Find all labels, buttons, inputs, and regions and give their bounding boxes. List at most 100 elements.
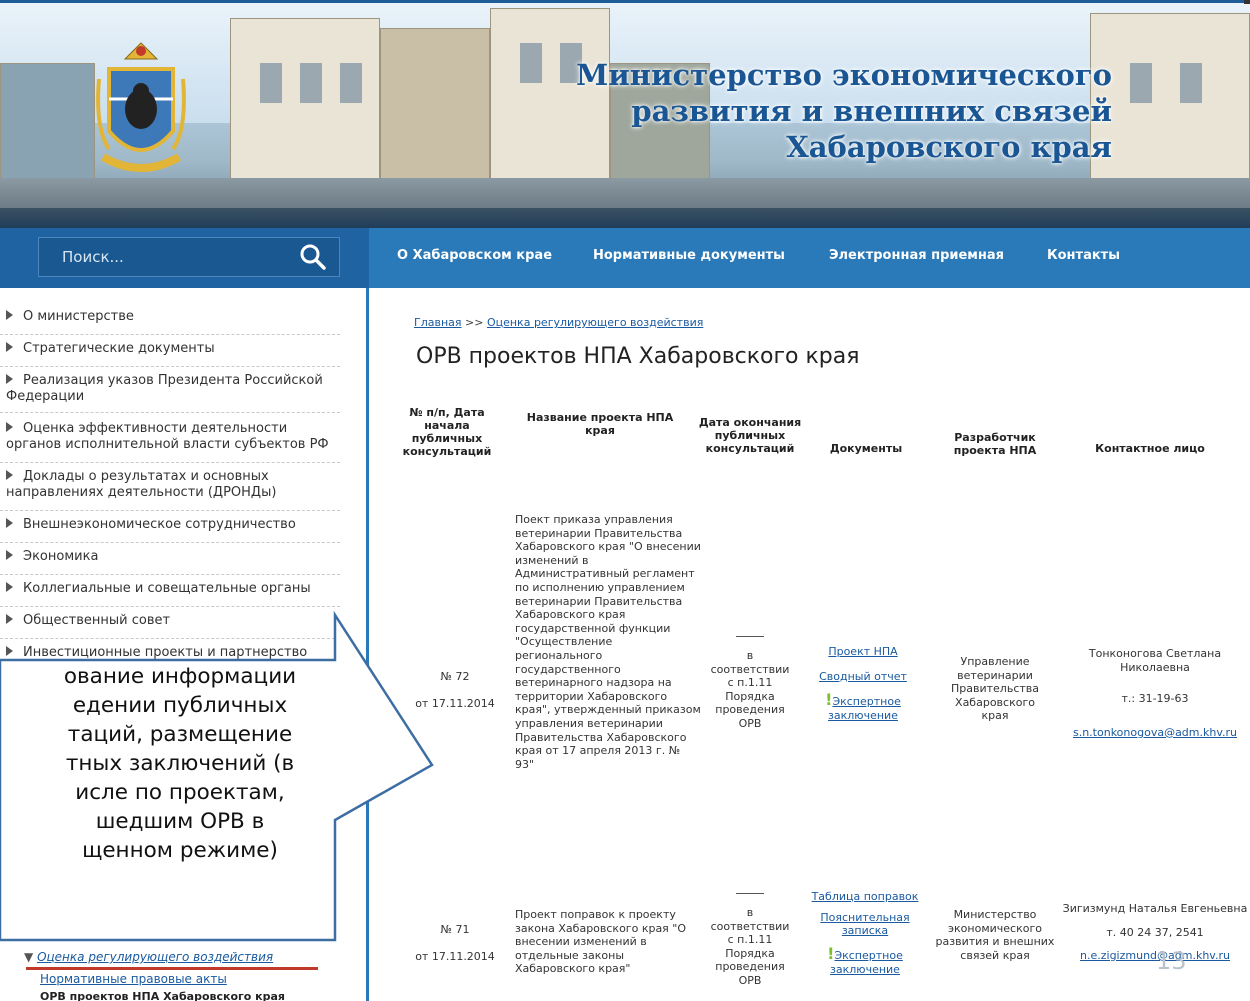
- banner-road-edge: [0, 208, 1250, 228]
- contact-phone: т.: 31-19-63: [1121, 692, 1189, 706]
- callout-line: таций, размещение: [67, 722, 293, 747]
- sidebar-item-collegial-bodies[interactable]: Коллегиальные и совещательные органы: [0, 581, 340, 607]
- contact-phone: т. 40 24 37, 2541: [1106, 925, 1204, 939]
- sidebar-item-strategic-docs[interactable]: Стратегические документы: [0, 341, 340, 367]
- sidebar-item-label: Инвестиционные проекты и партнерство: [23, 645, 308, 660]
- highlight-underline: [26, 967, 318, 970]
- coat-of-arms-icon: [96, 42, 186, 172]
- doc-link-project[interactable]: Проект НПА: [808, 645, 918, 658]
- sidebar-item-ministry[interactable]: О министерстве: [0, 309, 340, 335]
- sidebar-item-label: Внешнеэкономическое сотрудничество: [23, 517, 296, 532]
- breadcrumb: Главная >> Оценка регулирующего воздейст…: [414, 316, 703, 329]
- callout-line: щенном режиме): [82, 838, 278, 863]
- triangle-right-icon: [6, 310, 13, 320]
- banner-window: [300, 63, 322, 103]
- triangle-right-icon: [6, 518, 13, 528]
- table-header-number-date: № п/п, Дата начала публичных консультаци…: [402, 406, 492, 458]
- table-row-number: № 72: [440, 670, 470, 683]
- triangle-down-icon: ▼: [24, 950, 34, 964]
- sidebar-item-label: Стратегические документы: [23, 341, 215, 356]
- banner-building: [380, 28, 490, 183]
- table-header-documents: Документы: [829, 442, 903, 455]
- table-row-date: от 17.11.2014: [415, 697, 495, 710]
- banner-building: [1090, 13, 1250, 183]
- ministry-title-line: Хабаровского края: [786, 130, 1112, 164]
- sidebar-subitem-normative-acts[interactable]: Нормативные правовые акты: [40, 972, 227, 986]
- table-row-number: № 71: [440, 923, 470, 936]
- sidebar-item-reports[interactable]: Доклады о результатах и основных направл…: [0, 469, 340, 511]
- header-banner: Министерство экономического развития и в…: [0, 0, 1250, 228]
- callout-text: ование информации едении публичных таций…: [0, 662, 360, 865]
- sidebar-item-economy[interactable]: Экономика: [0, 549, 340, 575]
- banner-window: [340, 63, 362, 103]
- ministry-title-line: Министерство экономического: [576, 58, 1112, 92]
- triangle-right-icon: [6, 614, 13, 624]
- window-corner: [1244, 0, 1250, 4]
- table-row-end-date-text: в соответствии с п.1.11 Порядка проведен…: [710, 649, 790, 730]
- contact-name: Зигизмунд Наталья Евгеньевна: [1062, 902, 1248, 915]
- doc-link-expert-opinion[interactable]: Экспертное заключение: [830, 949, 903, 976]
- nav-item-about-region[interactable]: О Хабаровском крае: [397, 248, 552, 263]
- sidebar-item-public-council[interactable]: Общественный совет: [0, 613, 340, 639]
- banner-building: [0, 63, 95, 183]
- sidebar-item-foreign-trade[interactable]: Внешнеэкономическое сотрудничество: [0, 517, 340, 543]
- slide-number: 13: [1156, 947, 1187, 975]
- triangle-right-icon: [6, 646, 13, 656]
- table-header-end-date: Дата окончания публичных консультаций: [698, 416, 802, 455]
- sidebar-item-label: О министерстве: [23, 309, 134, 324]
- ministry-title: Министерство экономического развития и в…: [576, 57, 1112, 165]
- sidebar-subitem-orv-projects[interactable]: ОРВ проектов НПА Хабаровского края: [40, 990, 285, 1001]
- table-header-contact: Контактное лицо: [1095, 442, 1205, 455]
- triangle-right-icon: [6, 470, 13, 480]
- sidebar-item-label: Общественный совет: [23, 613, 171, 628]
- sidebar-item-label: Оценка регулирующего воздействия: [37, 950, 274, 964]
- table-row-documents: Проект НПА Сводный отчет !Экспертное зак…: [808, 645, 918, 722]
- dash-divider: [736, 636, 764, 637]
- callout-line: шедшим ОРВ в: [95, 809, 265, 834]
- table-row-end-date: в соответствии с п.1.11 Порядка проведен…: [708, 636, 792, 731]
- dash-divider: [736, 893, 764, 894]
- search-input[interactable]: [62, 247, 292, 267]
- contact-email-link[interactable]: s.n.tonkonogova@adm.khv.ru: [1060, 726, 1250, 739]
- sidebar-item-label: Коллегиальные и совещательные органы: [23, 581, 311, 596]
- table-row-developer: Министерство экономического развития и в…: [935, 908, 1055, 962]
- breadcrumb-separator: >>: [461, 316, 487, 329]
- contact-name: Тонконогова Светлана Николаевна: [1088, 647, 1222, 674]
- banner-window: [260, 63, 282, 103]
- doc-link-summary-report[interactable]: Сводный отчет: [808, 670, 918, 683]
- breadcrumb-home[interactable]: Главная: [414, 316, 462, 329]
- doc-link-expert-opinion[interactable]: Экспертное заключение: [828, 695, 901, 722]
- banner-window: [1130, 63, 1152, 103]
- callout-line: едении публичных: [72, 693, 288, 718]
- triangle-right-icon: [6, 422, 13, 432]
- callout-line: ование информации: [63, 664, 297, 689]
- search-icon[interactable]: [298, 242, 328, 272]
- sidebar-item-label: Доклады о результатах и основных направл…: [6, 469, 277, 500]
- callout-line: исле по проектам,: [75, 780, 285, 805]
- table-row-end-date-text: в соответствии с п.1.11 Порядка проведен…: [710, 906, 790, 987]
- table-row-contact: Зигизмунд Наталья Евгеньевна т. 40 24 37…: [1060, 902, 1250, 962]
- table-row-contact: Тонконогова Светлана Николаевна т.: 31-1…: [1060, 647, 1250, 739]
- sidebar-item-efficiency[interactable]: Оценка эффективности деятельности органо…: [0, 421, 340, 463]
- sidebar-item-president-decrees[interactable]: Реализация указов Президента Российской …: [0, 373, 340, 413]
- doc-link-explanatory-note[interactable]: Пояснительная записка: [820, 911, 910, 937]
- contact-email-link[interactable]: n.e.zigizmund@adm.khv.ru: [1060, 949, 1250, 962]
- doc-link-amendments-table[interactable]: Таблица поправок: [800, 890, 930, 903]
- table-row-end-date: в соответствии с п.1.11 Порядка проведен…: [708, 893, 792, 988]
- table-row-project-name: Проект поправок к проекту закона Хабаров…: [515, 908, 687, 976]
- sidebar-item-orv[interactable]: ▼ Оценка регулирующего воздействия: [24, 950, 273, 964]
- nav-item-contacts[interactable]: Контакты: [1047, 248, 1120, 263]
- triangle-right-icon: [6, 374, 13, 384]
- sidebar-item-label: Оценка эффективности деятельности органо…: [6, 421, 329, 452]
- banner-window: [520, 43, 542, 83]
- table-row-documents: Таблица поправок Пояснительная записка !…: [800, 890, 930, 976]
- breadcrumb-current[interactable]: Оценка регулирующего воздействия: [487, 316, 703, 329]
- sidebar-item-label: Реализация указов Президента Российской …: [6, 373, 323, 404]
- triangle-right-icon: [6, 550, 13, 560]
- table-header-name: Название проекта НПА края: [526, 411, 674, 437]
- nav-item-normative-docs[interactable]: Нормативные документы: [593, 248, 785, 263]
- table-header-developer: Разработчик проекта НПА: [953, 431, 1037, 457]
- nav-item-e-reception[interactable]: Электронная приемная: [829, 248, 1004, 263]
- banner-window: [1180, 63, 1202, 103]
- table-row-date: от 17.11.2014: [415, 950, 495, 963]
